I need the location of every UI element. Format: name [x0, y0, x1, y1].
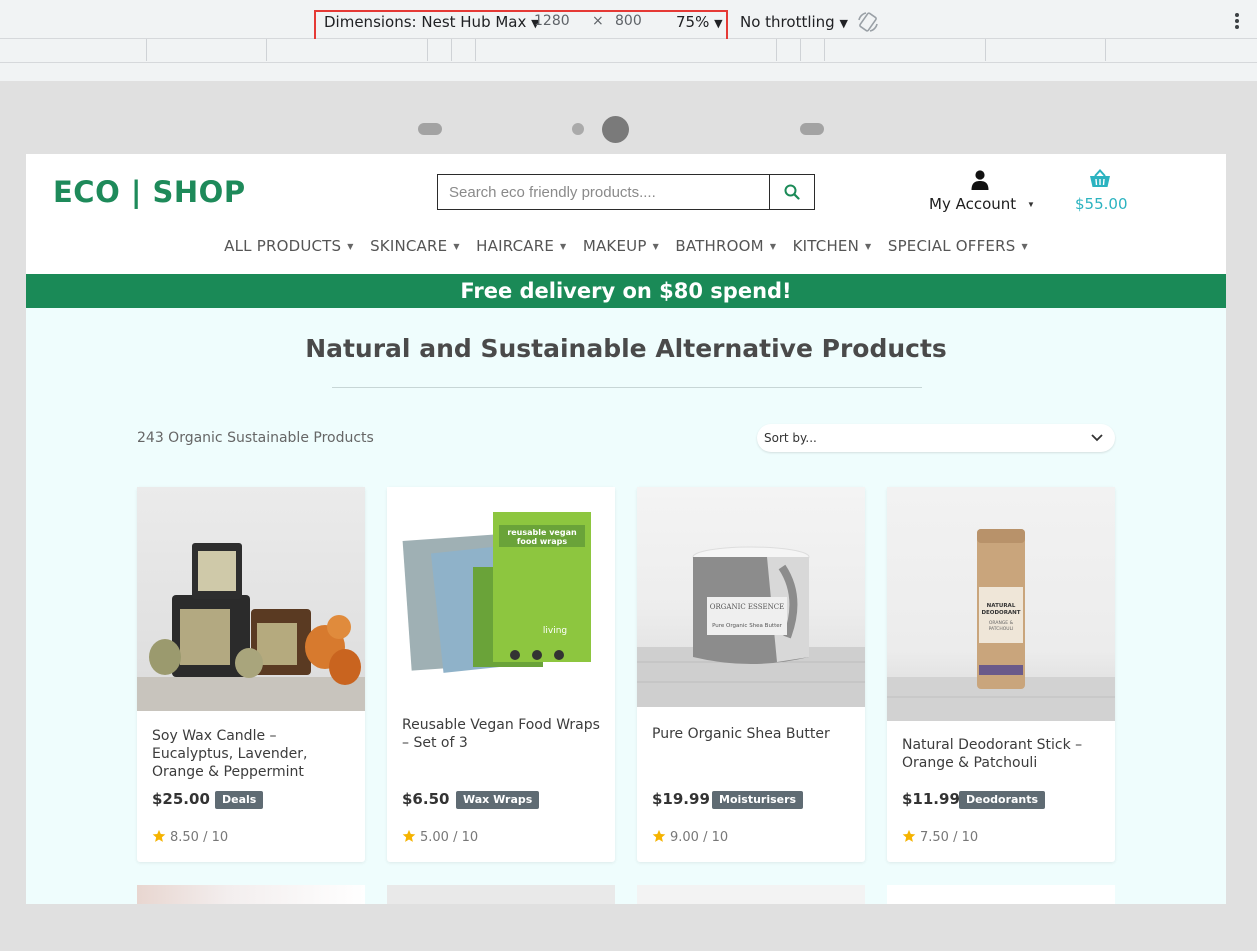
- product-card[interactable]: ORGANIC ESSENCE Pure Organic Shea Butter…: [637, 487, 865, 862]
- search-input[interactable]: [438, 175, 769, 209]
- device-select[interactable]: Dimensions: Nest Hub Max ▼: [324, 13, 540, 31]
- more-options-icon[interactable]: [1232, 12, 1242, 32]
- chevron-down-icon: ▼: [1021, 242, 1028, 251]
- product-count: 243 Organic Sustainable Products: [137, 430, 374, 446]
- product-name[interactable]: Soy Wax Candle – Eucalyptus, Lavender, O…: [152, 727, 357, 781]
- star-icon: [902, 829, 916, 842]
- product-card[interactable]: [137, 885, 365, 904]
- user-icon: [971, 170, 989, 190]
- product-name[interactable]: Reusable Vegan Food Wraps – Set of 3: [402, 716, 607, 752]
- product-rating: 7.50 / 10: [902, 829, 978, 845]
- category-badge[interactable]: Deals: [215, 791, 264, 809]
- main-nav: ALL PRODUCTS ▼ SKINCARE ▼ HAIRCARE ▼ MAKEUP…: [26, 237, 1226, 259]
- product-price: $25.00: [152, 790, 210, 808]
- product-card[interactable]: NATURAL DEODORANT ORANGE & PATCHOULI Nat…: [887, 487, 1115, 862]
- product-card[interactable]: [887, 885, 1115, 904]
- ruler-strip: [0, 63, 1257, 81]
- star-icon: [402, 829, 416, 842]
- product-card[interactable]: [637, 885, 865, 904]
- product-image[interactable]: reusable vegan food wraps living: [387, 487, 615, 709]
- svg-text:ORGANIC ESSENCE: ORGANIC ESSENCE: [710, 603, 784, 611]
- chevron-down-icon: ▼: [453, 242, 460, 251]
- device-camera: [602, 116, 629, 143]
- product-price: $6.50: [402, 790, 450, 808]
- product-image[interactable]: NATURAL DEODORANT ORANGE & PATCHOULI: [887, 487, 1115, 721]
- product-rating: 9.00 / 10: [652, 829, 728, 845]
- width-input[interactable]: 1280: [534, 13, 570, 29]
- svg-text:NATURAL: NATURAL: [987, 603, 1016, 609]
- product-rating: 8.50 / 10: [152, 829, 228, 845]
- search-form: [437, 174, 815, 210]
- site-header: ECO | SHOP My Account ▼: [26, 154, 1226, 274]
- sort-select[interactable]: Sort by...: [757, 424, 1115, 452]
- rotate-icon[interactable]: [857, 11, 879, 33]
- svg-text:living: living: [543, 626, 567, 636]
- promo-banner: Free delivery on $80 spend!: [26, 274, 1226, 308]
- product-image[interactable]: [137, 487, 365, 711]
- cart-total: $55.00: [1075, 195, 1128, 213]
- my-account-label: My Account: [929, 195, 1017, 213]
- product-rating: 5.00 / 10: [402, 829, 478, 845]
- product-card[interactable]: reusable vegan food wraps living Reusabl…: [387, 487, 615, 862]
- product-price: $19.99: [652, 790, 710, 808]
- svg-text:DEODORANT: DEODORANT: [981, 610, 1020, 616]
- cart[interactable]: $55.00: [1072, 168, 1128, 213]
- product-name[interactable]: Pure Organic Shea Butter: [652, 725, 857, 743]
- svg-text:ORANGE &: ORANGE &: [989, 620, 1014, 626]
- search-icon: [784, 184, 800, 200]
- category-badge[interactable]: Wax Wraps: [456, 791, 540, 809]
- throttling-select[interactable]: No throttling ▼: [740, 13, 848, 31]
- page-viewport: ECO | SHOP My Account ▼: [26, 154, 1226, 904]
- chevron-down-icon: ▼: [347, 242, 354, 251]
- star-icon: [152, 829, 166, 842]
- zoom-select[interactable]: 75% ▼: [676, 13, 723, 31]
- chevron-down-icon: ▼: [560, 242, 567, 251]
- svg-text:reusable vegan: reusable vegan: [507, 528, 577, 537]
- search-button[interactable]: [769, 175, 814, 209]
- basket-icon: [1090, 169, 1110, 187]
- nav-item-special-offers[interactable]: SPECIAL OFFERS ▼: [888, 237, 1028, 255]
- site-logo[interactable]: ECO | SHOP: [53, 175, 246, 209]
- product-name[interactable]: Natural Deodorant Stick – Orange & Patch…: [902, 736, 1107, 772]
- height-input[interactable]: 800: [615, 13, 642, 29]
- nav-item-haircare[interactable]: HAIRCARE ▼: [476, 237, 566, 255]
- devtools-device-toolbar: Dimensions: Nest Hub Max ▼ 1280 × 800 75…: [0, 0, 1257, 41]
- product-card[interactable]: [387, 885, 615, 904]
- times-sign: ×: [592, 13, 604, 29]
- nav-item-kitchen[interactable]: KITCHEN ▼: [793, 237, 872, 255]
- svg-text:PATCHOULI: PATCHOULI: [989, 626, 1014, 632]
- nav-item-makeup[interactable]: MAKEUP ▼: [583, 237, 659, 255]
- chevron-down-icon: ▼: [1027, 200, 1035, 209]
- chevron-down-icon: [1091, 434, 1103, 442]
- category-badge[interactable]: Deodorants: [959, 791, 1046, 809]
- nav-item-all-products[interactable]: ALL PRODUCTS ▼: [224, 237, 353, 255]
- product-card[interactable]: Soy Wax Candle – Eucalyptus, Lavender, O…: [137, 487, 365, 862]
- nav-item-skincare[interactable]: SKINCARE ▼: [370, 237, 460, 255]
- product-image[interactable]: ORGANIC ESSENCE Pure Organic Shea Butter: [637, 487, 865, 707]
- my-account-menu[interactable]: My Account ▼: [926, 168, 1038, 213]
- product-price: $11.99: [902, 790, 960, 808]
- media-query-ruler: [0, 39, 1257, 63]
- svg-text:food wraps: food wraps: [517, 537, 567, 546]
- title-divider: [332, 387, 922, 388]
- svg-text:Pure Organic Shea Butter: Pure Organic Shea Butter: [712, 623, 783, 629]
- chevron-down-icon: ▼: [865, 242, 872, 251]
- nav-item-bathroom[interactable]: BATHROOM ▼: [675, 237, 776, 255]
- category-badge[interactable]: Moisturisers: [712, 791, 804, 809]
- device-speaker: [800, 123, 824, 135]
- page-title: Natural and Sustainable Alternative Prod…: [305, 334, 947, 363]
- chevron-down-icon: ▼: [769, 242, 777, 251]
- star-icon: [652, 829, 666, 842]
- device-sensor: [572, 123, 584, 135]
- chevron-down-icon: ▼: [652, 242, 659, 251]
- device-speaker: [418, 123, 442, 135]
